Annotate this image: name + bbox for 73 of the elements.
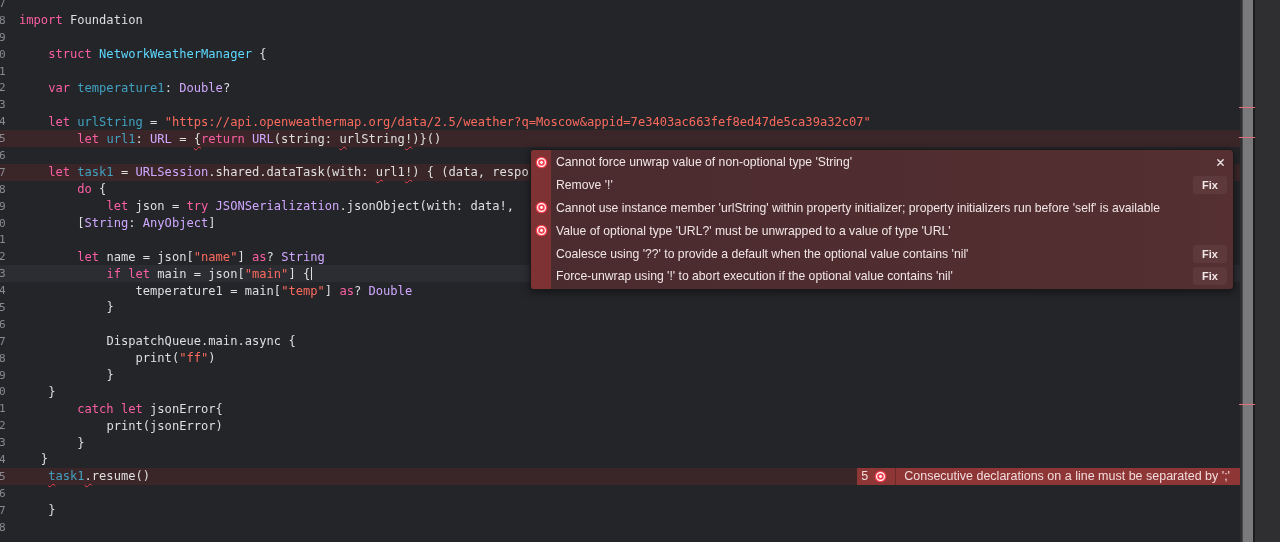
code-line: catch let jsonError{ xyxy=(76,401,223,416)
line-number: 7 xyxy=(0,334,7,348)
line-number: 3 xyxy=(0,267,7,281)
line-number: 2 xyxy=(0,419,7,433)
code-line: if let main = json["main"] { xyxy=(105,266,311,281)
error-icon xyxy=(874,469,888,483)
line-number: 5 xyxy=(0,469,7,483)
line-number: 4 xyxy=(0,453,7,466)
line-number: 3 xyxy=(0,436,7,450)
line-number: 5 xyxy=(0,300,7,314)
code-line: } xyxy=(47,503,56,518)
error-message: Value of optional type 'URL?' must be unwrapped to a value of type 'URL' xyxy=(556,223,951,238)
line-number: 7 xyxy=(0,165,7,179)
code-line: var temperature1: Double? xyxy=(47,80,231,95)
line-number: 0 xyxy=(0,216,7,230)
error-message: Cannot force unwrap value of non-optional type 'String' xyxy=(556,155,852,170)
fix-it-suggestion: Remove '!' xyxy=(556,178,613,193)
code-line: do { xyxy=(76,182,107,197)
line-number: 2 xyxy=(0,81,7,95)
line-number: 0 xyxy=(0,385,7,399)
line-number: 4 xyxy=(0,115,7,129)
code-line: } xyxy=(105,300,114,315)
code-line: import Foundation xyxy=(19,13,143,28)
line-number: 1 xyxy=(0,233,7,247)
line-number: 2 xyxy=(0,250,7,264)
line-number: 5 xyxy=(0,132,7,146)
code-line: DispatchQueue.main.async { xyxy=(105,334,296,349)
fix-button[interactable]: Fix xyxy=(1193,176,1227,195)
line-number: 6 xyxy=(0,148,7,162)
line-number: 0 xyxy=(0,47,7,61)
code-line: let name = json["name"] as? String xyxy=(76,249,325,264)
code-line: let task1 = URLSession.shared.dataTask(with: u rl1!) { (data, respo xyxy=(47,165,529,180)
issue-count: 5 xyxy=(860,469,870,484)
line-number: 9 xyxy=(0,30,7,44)
error-icon xyxy=(534,201,548,215)
code-line: } xyxy=(39,452,49,467)
line-number: 6 xyxy=(0,317,7,331)
line-number: 8 xyxy=(0,520,7,534)
close-icon[interactable] xyxy=(1216,157,1225,167)
line-number: 8 xyxy=(0,182,7,196)
code-line: } xyxy=(105,368,114,383)
code-line: let urlString = "https://api.openweathermap.org/data/2.5/weather?q=Moscow&appid=7e3403ac663fef8ed47de5ca39a32c07" xyxy=(47,114,871,129)
line-number: 7 xyxy=(0,503,7,517)
fix-button[interactable]: Fix xyxy=(1193,267,1227,286)
line-number: 1 xyxy=(0,64,7,78)
code-line: struct NetworkWeatherManager { xyxy=(47,47,267,62)
code-line: let url1: URL = {return URL(string: u rlString!)}() xyxy=(76,131,442,146)
scrollbar[interactable] xyxy=(1242,0,1255,542)
line-number: 1 xyxy=(0,402,7,416)
line-number: 4 xyxy=(0,284,7,298)
code-line: print(jsonError) xyxy=(105,418,223,433)
fix-it-suggestion: Force-unwrap using '!' to abort execution if the optional value contains 'nil' xyxy=(556,269,953,284)
error-message: Consecutive declarations on a line must be separated by ';' xyxy=(895,467,1230,485)
line-number: 8 xyxy=(0,351,7,365)
inline-error-banner[interactable]: 5 Consecutive declarations on a line must be separated by ';' xyxy=(857,467,1240,485)
error-icon xyxy=(534,224,548,238)
line-number: 3 xyxy=(0,98,7,112)
code-line: print("ff") xyxy=(134,351,216,366)
code-line: let json = try JSONSerialization.jsonObject(with: data!, xyxy=(105,199,515,214)
line-number: 6 xyxy=(0,486,7,500)
code-line: } xyxy=(76,435,85,450)
code-line: temperature1 = main["temp"] as? Double xyxy=(134,283,413,298)
code-line: [String: AnyObject] xyxy=(76,216,216,230)
line-number: 9 xyxy=(0,199,7,213)
fix-button[interactable]: Fix xyxy=(1193,244,1227,263)
code-line: } xyxy=(47,384,56,399)
line-number: 9 xyxy=(0,368,7,382)
code-line: task1.resume() xyxy=(47,469,151,484)
error-message: Cannot use instance member 'urlString' within property initializer; property initializers run before 'self' is available xyxy=(556,201,1161,215)
line-number: 8 xyxy=(0,13,7,27)
fix-it-suggestion: Coalesce using '??' to provide a default when the optional value contains 'nil' xyxy=(556,246,969,261)
text-cursor xyxy=(311,267,313,281)
error-icon xyxy=(534,155,548,169)
